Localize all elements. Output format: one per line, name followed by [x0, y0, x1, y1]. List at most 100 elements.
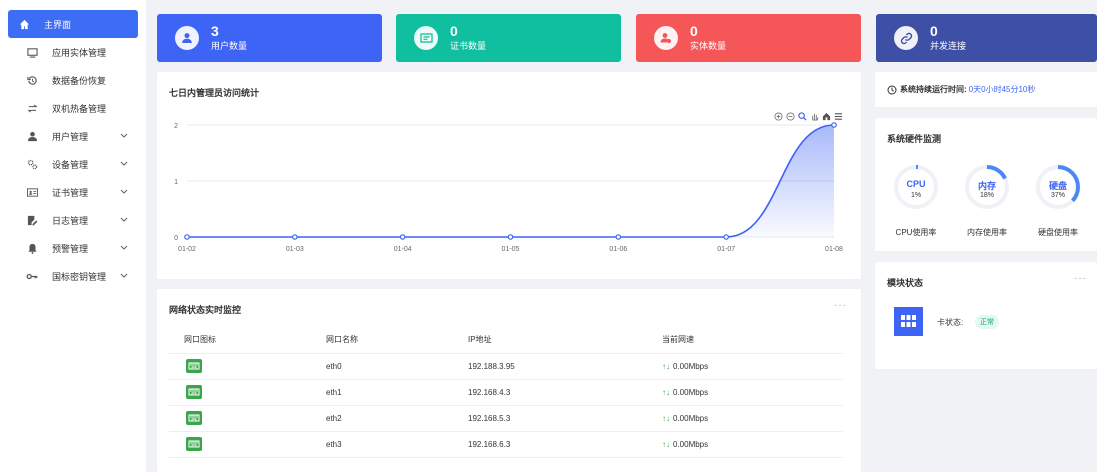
gauge-percent: 37%: [1050, 192, 1065, 199]
swap-icon: [26, 102, 38, 114]
up-down-arrow-icon: ↑↓: [662, 361, 670, 371]
up-down-arrow-icon: ↑↓: [662, 387, 670, 397]
data-point[interactable]: [831, 122, 837, 128]
link-icon: [894, 26, 918, 50]
data-point[interactable]: [723, 234, 729, 240]
stat-card-2[interactable]: 0 实体数量: [636, 14, 861, 62]
visit-chart-panel: 七日内管理员访问统计 0 1 2 01-02 01-03 01-04 01-05 01-06 0…: [157, 72, 861, 279]
stat-value: 0: [930, 23, 938, 39]
column-header: 网口名称: [311, 327, 453, 354]
stat-label: 实体数量: [690, 41, 727, 51]
user-icon: [26, 130, 38, 142]
y-tick-label: 2: [174, 123, 178, 130]
network-title: 网络状态实时监控: [169, 305, 242, 315]
hardware-title: 系统硬件监测: [887, 134, 942, 144]
stat-card-1[interactable]: 0 证书数量: [396, 14, 621, 62]
gauge-percent: 1%: [910, 192, 922, 199]
table-row: eth2 192.168.5.3 ↑↓ 0.00Mbps: [169, 405, 843, 432]
stat-value: 0: [450, 23, 458, 39]
visit-area-chart: 0 1 2 01-02 01-03 01-04 01-05 01-06 01-07 01-08: [174, 122, 843, 253]
bell-icon: [26, 242, 38, 254]
chevron-down-icon: [120, 159, 130, 169]
port-speed: 0.00Mbps: [673, 387, 709, 397]
gauge-caption: CPU使用率: [895, 228, 937, 237]
x-tick-label: 01-06: [609, 246, 627, 253]
x-tick-label: 01-03: [286, 246, 304, 253]
sidebar-item-5[interactable]: 设备管理: [8, 150, 138, 178]
port-ip: 192.188.3.95: [453, 353, 647, 380]
sidebar-item-label: 应用实体管理: [52, 47, 107, 58]
table-row: eth0 192.188.3.95 ↑↓ 0.00Mbps: [169, 353, 843, 380]
port-speed: 0.00Mbps: [673, 413, 709, 423]
y-tick-label: 1: [174, 179, 178, 186]
sidebar-item-label: 日志管理: [52, 215, 89, 226]
port-ip: 192.168.6.3: [453, 431, 647, 458]
stat-label: 证书数量: [450, 41, 487, 51]
sidebar-item-2[interactable]: 数据备份恢复: [8, 66, 138, 94]
sidebar-item-0[interactable]: 主界面: [8, 10, 138, 38]
gauge-caption: 硬盘使用率: [1038, 228, 1078, 237]
sidebar-item-label: 设备管理: [52, 159, 89, 170]
uptime-panel: 系统持续运行时间: 0天0小时45分10秒: [875, 72, 1097, 107]
user-icon: [175, 26, 199, 50]
chevron-down-icon: [120, 187, 130, 197]
stat-value: 3: [211, 23, 219, 39]
sidebar-item-4[interactable]: 用户管理: [8, 122, 138, 150]
sidebar-item-1[interactable]: 应用实体管理: [8, 38, 138, 66]
x-tick-label: 01-05: [502, 246, 520, 253]
ethernet-port-icon: [186, 411, 202, 425]
sidebar-item-7[interactable]: 日志管理: [8, 206, 138, 234]
port-speed: 0.00Mbps: [673, 361, 709, 371]
port-name: eth3: [311, 431, 453, 458]
column-header: 当前网速: [647, 327, 843, 354]
stat-card-3[interactable]: 0 并发连接: [876, 14, 1097, 62]
column-header: 网口图标: [169, 327, 311, 354]
sidebar-item-label: 国标密钥管理: [52, 271, 107, 282]
sidebar-item-label: 数据备份恢复: [52, 75, 107, 86]
data-point[interactable]: [184, 234, 190, 240]
up-down-arrow-icon: ↑↓: [662, 439, 670, 449]
port-name: eth1: [311, 379, 453, 406]
stat-label: 用户数量: [211, 41, 248, 51]
sidebar-item-label: 双机热备管理: [52, 103, 107, 114]
sidebar-item-3[interactable]: 双机热备管理: [8, 94, 138, 122]
network-more-icon[interactable]: ···: [834, 300, 847, 311]
port-name: eth0: [311, 353, 453, 380]
data-point[interactable]: [399, 234, 406, 240]
uptime-value: 0天0小时45分10秒: [968, 85, 1036, 94]
ethernet-port-icon: [186, 385, 202, 399]
id-card-icon: [26, 186, 38, 198]
hardware-panel: 系统硬件监测 CPU 1% CPU使用率 内存 18% 内存使用率 硬盘 37%…: [875, 118, 1097, 251]
sidebar-item-6[interactable]: 证书管理: [8, 178, 138, 206]
chevron-down-icon: [120, 243, 130, 253]
log-edit-icon: [26, 214, 38, 226]
port-ip: 192.168.5.3: [453, 405, 647, 432]
sidebar-item-8[interactable]: 预警管理: [8, 234, 138, 262]
table-row: eth3 192.168.6.3 ↑↓ 0.00Mbps: [169, 431, 843, 458]
sidebar-item-9[interactable]: 国标密钥管理: [8, 262, 138, 290]
chevron-down-icon: [120, 271, 130, 281]
gauge-caption: 内存使用率: [967, 228, 1007, 237]
port-name: eth2: [311, 405, 453, 432]
monitor-icon: [26, 46, 38, 58]
sidebar-item-label: 主界面: [44, 19, 72, 30]
uptime-label: 系统持续运行时间:: [900, 85, 967, 94]
status-badge: 正常: [975, 315, 999, 329]
restore-icon: [26, 74, 38, 86]
ethernet-port-icon: [186, 359, 202, 373]
sidebar-item-label: 证书管理: [52, 187, 89, 198]
data-point[interactable]: [615, 234, 622, 240]
network-panel: 网络状态实时监控 ··· 网口图标 网口名称 IP地址 当前网速 eth0 192.1…: [157, 289, 861, 472]
key-icon: [26, 270, 38, 282]
gauge-percent: 18%: [979, 192, 994, 199]
x-tick-label: 01-02: [178, 246, 196, 253]
module-panel: 模块状态 ··· 卡状态: 正常: [875, 262, 1097, 369]
data-point[interactable]: [507, 234, 514, 240]
network-table: 网口图标 网口名称 IP地址 当前网速 eth0 192.188.3.95 ↑↓ 0.0…: [169, 327, 843, 458]
data-point[interactable]: [292, 234, 298, 240]
chevron-down-icon: [120, 215, 130, 225]
port-ip: 192.168.4.3: [453, 379, 647, 406]
y-tick-label: 0: [174, 235, 178, 242]
stat-card-0[interactable]: 3 用户数量: [157, 14, 382, 62]
module-more-icon[interactable]: ···: [1074, 273, 1087, 284]
